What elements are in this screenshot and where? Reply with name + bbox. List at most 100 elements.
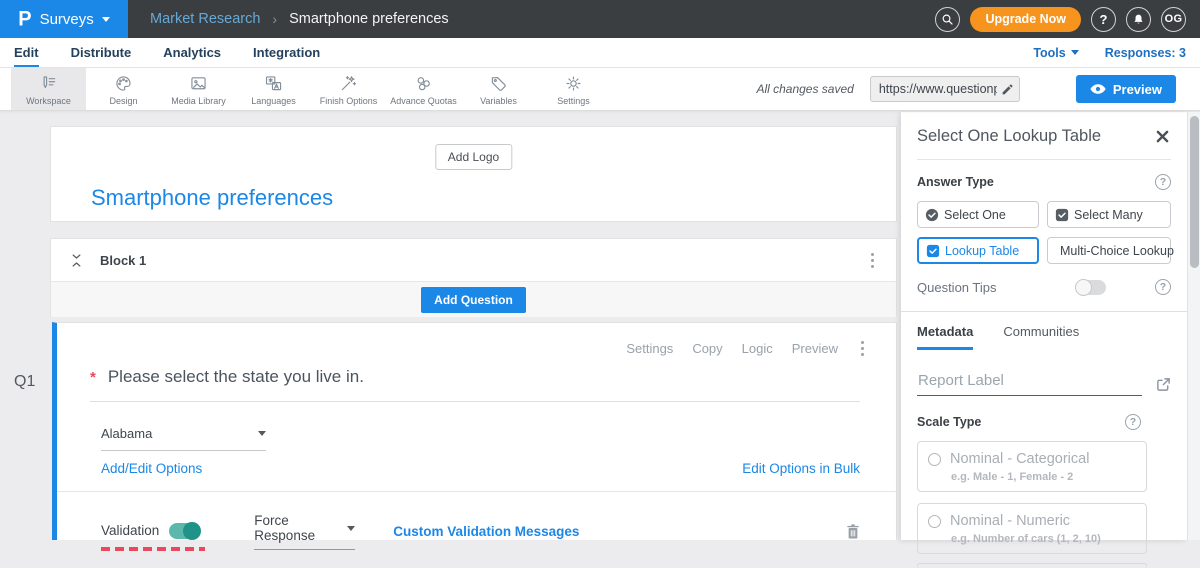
breadcrumb-separator-icon: › [272, 11, 277, 27]
question-settings-panel: Select One Lookup Table Answer Type ? Se… [901, 112, 1187, 540]
force-response-dropdown[interactable]: Force Response [254, 513, 355, 550]
tools-menu[interactable]: Tools [1033, 46, 1078, 60]
toolbar-finish-options[interactable]: Finish Options [311, 68, 386, 110]
toolbar-settings[interactable]: Settings [536, 68, 611, 110]
question-menu-kebab-icon[interactable] [857, 337, 868, 360]
scrollbar-thumb[interactable] [1190, 116, 1199, 268]
close-panel-button[interactable] [1154, 128, 1171, 145]
toolbar-workspace[interactable]: Workspace [11, 68, 86, 110]
answer-type-select-many[interactable]: Select Many [1047, 201, 1171, 228]
validation-toggle-group: Validation [101, 523, 200, 541]
tab-communities[interactable]: Communities [1003, 324, 1079, 350]
scale-option-cutoff [917, 563, 1147, 568]
block-menu-kebab-icon[interactable] [867, 249, 878, 272]
chevron-down-icon [102, 17, 110, 22]
divider [917, 159, 1171, 160]
toolbar-media-library[interactable]: Media Library [161, 68, 236, 110]
validation-highlight-dashes [101, 547, 205, 551]
toolbar-languages[interactable]: Languages [236, 68, 311, 110]
help-icon[interactable]: ? [1155, 279, 1171, 295]
search-button[interactable] [935, 7, 960, 32]
check-circle-icon [925, 208, 939, 222]
question-text[interactable]: Please select the state you live in. [108, 367, 364, 387]
validation-toggle[interactable] [169, 523, 200, 539]
responses-count[interactable]: Responses: 3 [1105, 46, 1186, 60]
validation-label: Validation [101, 523, 159, 538]
scale-option-nominal-categorical[interactable]: Nominal - Categorical e.g. Male - 1, Fem… [917, 441, 1147, 492]
tools-label: Tools [1033, 46, 1065, 60]
add-edit-options-link[interactable]: Add/Edit Options [101, 461, 202, 476]
validation-row: Validation Force Response Custom Validat… [101, 513, 860, 550]
panel-scrollbar[interactable] [1187, 112, 1200, 540]
help-icon[interactable]: ? [1155, 174, 1171, 190]
tab-integration[interactable]: Integration [253, 38, 320, 67]
question-action-menu: Settings Copy Logic Preview [626, 337, 868, 360]
breadcrumb-folder[interactable]: Market Research [150, 11, 260, 27]
scale-type-label: Scale Type [917, 415, 981, 429]
block-name[interactable]: Block 1 [100, 253, 146, 268]
tab-distribute[interactable]: Distribute [71, 38, 132, 67]
answer-type-multi-choice-lookup[interactable]: Multi-Choice Lookup [1047, 237, 1171, 264]
breadcrumb-current: Smartphone preferences [289, 11, 449, 27]
edit-options-in-bulk-link[interactable]: Edit Options in Bulk [742, 461, 860, 476]
toolbar-advance-quotas[interactable]: Advance Quotas [386, 68, 461, 110]
editor-toolbar: Workspace Design Media Library Languages… [0, 68, 1200, 111]
collapse-block-icon[interactable] [71, 253, 82, 268]
preview-button[interactable]: Preview [1076, 75, 1176, 103]
gear-icon [563, 73, 584, 94]
add-logo-button[interactable]: Add Logo [435, 144, 512, 170]
answer-type-select-one[interactable]: Select One [917, 201, 1039, 228]
tab-metadata[interactable]: Metadata [917, 324, 973, 350]
magic-wand-icon [338, 73, 359, 94]
question-copy-link[interactable]: Copy [692, 341, 722, 356]
question-logic-link[interactable]: Logic [742, 341, 773, 356]
bell-icon [1132, 13, 1145, 26]
answer-type-lookup-table[interactable]: Lookup Table [917, 237, 1039, 264]
edit-url-pencil-icon[interactable] [1001, 83, 1014, 96]
workspace-pencil-list-icon [38, 73, 59, 94]
question-card: Settings Copy Logic Preview * Please sel… [52, 322, 897, 540]
question-settings-link[interactable]: Settings [626, 341, 673, 356]
save-status: All changes saved [756, 82, 853, 96]
top-header-bar: P Surveys Market Research › Smartphone p… [0, 0, 1200, 38]
survey-nav-bar: Edit Distribute Analytics Integration To… [0, 38, 1200, 68]
question-number: Q1 [14, 373, 35, 391]
question-preview-link[interactable]: Preview [792, 341, 838, 356]
search-icon [941, 13, 954, 26]
help-icon[interactable]: ? [1125, 414, 1141, 430]
toolbar-items: Workspace Design Media Library Languages… [11, 68, 611, 110]
external-link-icon [1156, 377, 1171, 392]
radio-icon [928, 515, 941, 528]
tab-analytics[interactable]: Analytics [163, 38, 221, 67]
tab-edit[interactable]: Edit [14, 38, 39, 67]
avatar[interactable]: OG [1161, 7, 1186, 32]
survey-title[interactable]: Smartphone preferences [91, 185, 333, 211]
question-tips-toggle[interactable] [1075, 280, 1106, 295]
help-button[interactable]: ? [1091, 7, 1116, 32]
open-external-button[interactable] [1156, 377, 1171, 396]
chevron-down-icon [258, 431, 266, 436]
chevron-down-icon [1071, 50, 1079, 55]
add-question-button[interactable]: Add Question [421, 287, 526, 313]
add-question-strip: Add Question [51, 282, 896, 317]
check-square-icon [926, 244, 940, 258]
upgrade-button[interactable]: Upgrade Now [970, 7, 1081, 32]
questionpro-logo-icon: P [18, 7, 31, 31]
app-logo-surveys-menu[interactable]: P Surveys [0, 0, 128, 38]
survey-url-input[interactable] [879, 82, 997, 96]
radio-icon [928, 453, 941, 466]
answer-type-label: Answer Type [917, 175, 994, 189]
answer-dropdown[interactable]: Alabama [101, 426, 266, 451]
report-label-input[interactable] [917, 372, 1142, 396]
notifications-button[interactable] [1126, 7, 1151, 32]
survey-header-card: Add Logo Smartphone preferences [50, 126, 897, 222]
topbar-actions: Upgrade Now ? OG [935, 0, 1186, 38]
custom-validation-messages-link[interactable]: Custom Validation Messages [393, 524, 579, 539]
divider [901, 311, 1187, 312]
delete-question-button[interactable] [846, 523, 860, 540]
toolbar-variables[interactable]: Variables [461, 68, 536, 110]
eye-icon [1090, 84, 1106, 94]
scale-option-nominal-numeric[interactable]: Nominal - Numeric e.g. Number of cars (1… [917, 503, 1147, 554]
question-text-field[interactable]: * Please select the state you live in. [90, 367, 860, 402]
toolbar-design[interactable]: Design [86, 68, 161, 110]
